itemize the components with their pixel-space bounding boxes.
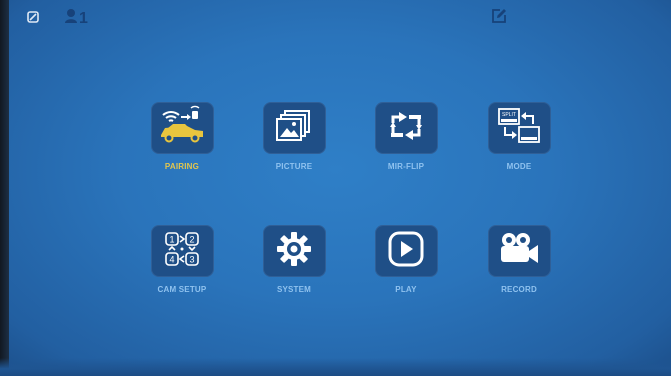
- block-icon: [27, 10, 39, 28]
- menu-item-mode[interactable]: SPLIT MODE: [484, 102, 554, 171]
- gear-icon: [275, 230, 313, 273]
- cam-digit-4: 4: [169, 254, 174, 264]
- pairing-tile[interactable]: [150, 102, 214, 154]
- record-tile[interactable]: [487, 225, 551, 277]
- edit-icon[interactable]: [491, 8, 507, 29]
- menu-item-label: MODE: [506, 162, 532, 171]
- menu-item-pairing[interactable]: PAIRING: [147, 102, 217, 171]
- user-count: 1: [79, 9, 88, 27]
- menu-item-cam-setup[interactable]: 1 2 4 3 CAM SETUP: [147, 225, 217, 294]
- cam-digit-2: 2: [189, 234, 194, 244]
- mode-tile[interactable]: SPLIT: [487, 102, 551, 154]
- mir-flip-tile[interactable]: [374, 102, 438, 154]
- cam-setup-tile[interactable]: 1 2 4 3: [150, 225, 214, 277]
- menu-item-label: MIR-FLIP: [387, 162, 425, 171]
- menu-item-record[interactable]: RECORD: [484, 225, 554, 294]
- cam-setup-icon: 1 2 4 3: [162, 230, 202, 273]
- mode-icon: SPLIT: [497, 107, 541, 150]
- menu-item-label: SYSTEM: [276, 285, 312, 294]
- menu-item-label: PLAY: [395, 285, 417, 294]
- pairing-icon: [157, 105, 207, 152]
- menu-item-picture[interactable]: PICTURE: [259, 102, 329, 171]
- menu-item-mir-flip[interactable]: MIR-FLIP: [371, 102, 441, 171]
- user-icon: [64, 8, 78, 29]
- picture-icon: [274, 109, 314, 148]
- screen-bezel-left: [0, 0, 9, 376]
- screen-bezel-bottom: [0, 358, 671, 376]
- cam-digit-1: 1: [169, 234, 174, 244]
- menu-item-label: PICTURE: [275, 162, 313, 171]
- menu-item-label: CAM SETUP: [157, 285, 207, 294]
- record-icon: [496, 230, 542, 273]
- play-icon: [386, 230, 426, 273]
- play-tile[interactable]: [374, 225, 438, 277]
- picture-tile[interactable]: [262, 102, 326, 154]
- system-tile[interactable]: [262, 225, 326, 277]
- menu-item-play[interactable]: PLAY: [371, 225, 441, 294]
- mir-flip-icon: [387, 109, 425, 148]
- menu-item-label: PAIRING: [164, 162, 200, 171]
- menu-item-system[interactable]: SYSTEM: [259, 225, 329, 294]
- mode-icon-text: SPLIT: [502, 112, 516, 118]
- menu-item-label: RECORD: [501, 285, 537, 294]
- user-count-indicator: 1: [64, 8, 88, 29]
- cam-digit-3: 3: [189, 254, 194, 264]
